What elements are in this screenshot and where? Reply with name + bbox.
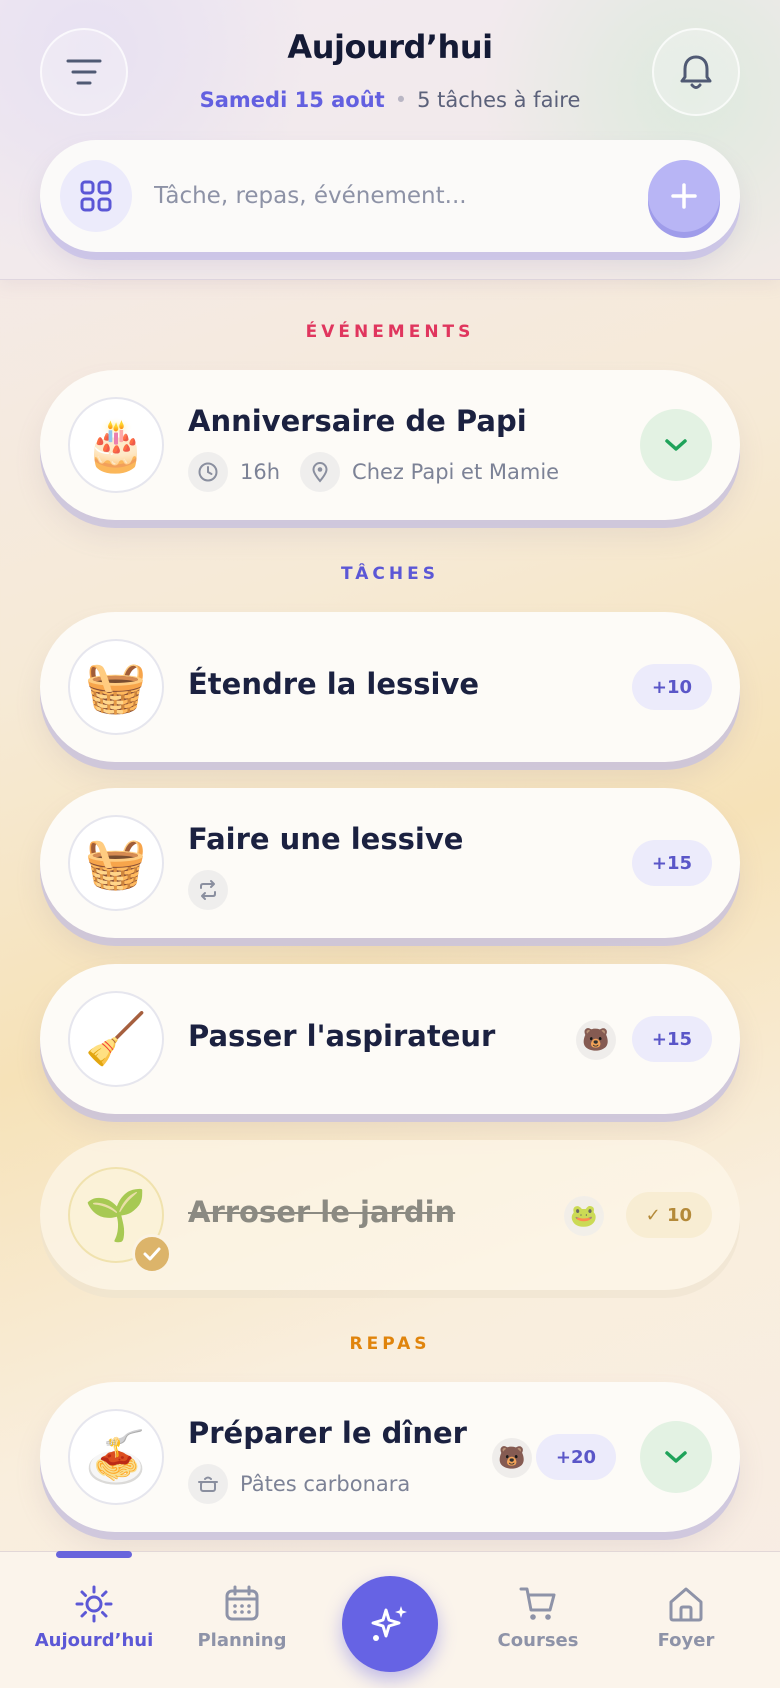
assistant-button[interactable]: [342, 1576, 438, 1672]
chevron-down-icon: [665, 1451, 687, 1463]
meal-title: Préparer le dîner: [188, 1416, 467, 1450]
tab-home[interactable]: Foyer: [611, 1584, 761, 1651]
task-title: Arroser le jardin: [188, 1195, 456, 1229]
chevron-down-icon: [665, 439, 687, 451]
location-pin-icon: [300, 452, 341, 492]
sun-icon: [75, 1585, 113, 1623]
current-date: Samedi 15 août: [199, 88, 385, 112]
expand-event-button[interactable]: [640, 409, 712, 481]
task-count: 5 tâches à faire: [417, 88, 581, 112]
expand-meal-button[interactable]: [640, 1421, 712, 1493]
grid-icon: [80, 180, 112, 212]
notifications-button[interactable]: [652, 28, 740, 116]
event-title: Anniversaire de Papi: [188, 404, 527, 438]
task-title: Passer l'aspirateur: [188, 1019, 496, 1053]
meal-meta: Pâtes carbonara: [188, 1464, 418, 1504]
event-time: 16h: [240, 460, 281, 484]
repeat-icon: [188, 870, 228, 910]
pot-icon: [188, 1464, 228, 1504]
tab-home-label: Foyer: [657, 1630, 715, 1651]
bell-icon: [680, 55, 712, 89]
task-emoji: 🧺: [68, 815, 164, 911]
points-badge: +10: [631, 664, 712, 710]
assignee-avatar: 🐻: [492, 1438, 532, 1478]
event-location: Chez Papi et Mamie: [352, 460, 560, 484]
event-card[interactable]: 🎂 Anniversaire de Papi 16h Chez Papi et …: [40, 370, 740, 520]
assignee-avatar: 🐻: [576, 1020, 616, 1060]
section-title-tasks: TÂCHES: [341, 564, 439, 584]
points-earned-badge: ✓ 10: [625, 1192, 712, 1238]
clock-icon: [188, 452, 228, 492]
task-emoji: 🧺: [68, 639, 164, 735]
points-badge: +20: [535, 1434, 616, 1480]
bottom-navigation: Aujourd’hui Planning Courses Foyer: [0, 1551, 780, 1688]
section-title-meals: REPAS: [349, 1334, 431, 1354]
tab-planning[interactable]: Planning: [167, 1584, 317, 1651]
tab-planning-label: Planning: [197, 1630, 287, 1651]
header: Aujourd’hui Samedi 15 août • 5 tâches à fa…: [0, 0, 780, 280]
tab-shopping-label: Courses: [497, 1630, 579, 1651]
tab-shopping[interactable]: Courses: [463, 1584, 613, 1651]
task-emoji: 🧹: [68, 991, 164, 1087]
quick-add-input[interactable]: [154, 170, 574, 222]
task-title: Faire une lessive: [188, 822, 464, 856]
points-badge: +15: [631, 1016, 712, 1062]
active-tab-indicator: [56, 1551, 132, 1558]
task-card-completed[interactable]: 🌱 Arroser le jardin 🐸 ✓ 10: [40, 1140, 740, 1290]
meal-emoji: 🍝: [68, 1409, 164, 1505]
event-emoji: 🎂: [68, 397, 164, 493]
section-title-events: ÉVÉNEMENTS: [305, 322, 475, 342]
sparkles-icon: [371, 1606, 407, 1641]
quick-add-bar: [40, 140, 740, 252]
meal-card[interactable]: 🍝 Préparer le dîner Pâtes carbonara 🐻 +2…: [40, 1382, 740, 1532]
task-title: Étendre la lessive: [188, 667, 480, 701]
task-card[interactable]: 🧺 Étendre la lessive +10: [40, 612, 740, 762]
points-badge: +15: [631, 840, 712, 886]
meal-recipe: Pâtes carbonara: [240, 1472, 411, 1496]
tab-today[interactable]: Aujourd’hui: [19, 1584, 169, 1651]
separator-dot: •: [394, 88, 408, 112]
shopping-cart-icon: [519, 1587, 556, 1620]
add-item-button[interactable]: [648, 160, 720, 232]
plus-icon: [671, 183, 697, 209]
calendar-icon: [225, 1585, 259, 1621]
completed-check-icon: [132, 1234, 172, 1274]
task-meta: [188, 870, 228, 910]
house-icon: [669, 1587, 703, 1622]
task-card[interactable]: 🧹 Passer l'aspirateur 🐻 +15: [40, 964, 740, 1114]
assignee-avatar: 🐸: [564, 1196, 604, 1236]
tab-today-label: Aujourd’hui: [34, 1630, 154, 1651]
task-card[interactable]: 🧺 Faire une lessive +15: [40, 788, 740, 938]
category-picker-button[interactable]: [60, 160, 132, 232]
event-meta: 16h Chez Papi et Mamie: [188, 452, 567, 492]
